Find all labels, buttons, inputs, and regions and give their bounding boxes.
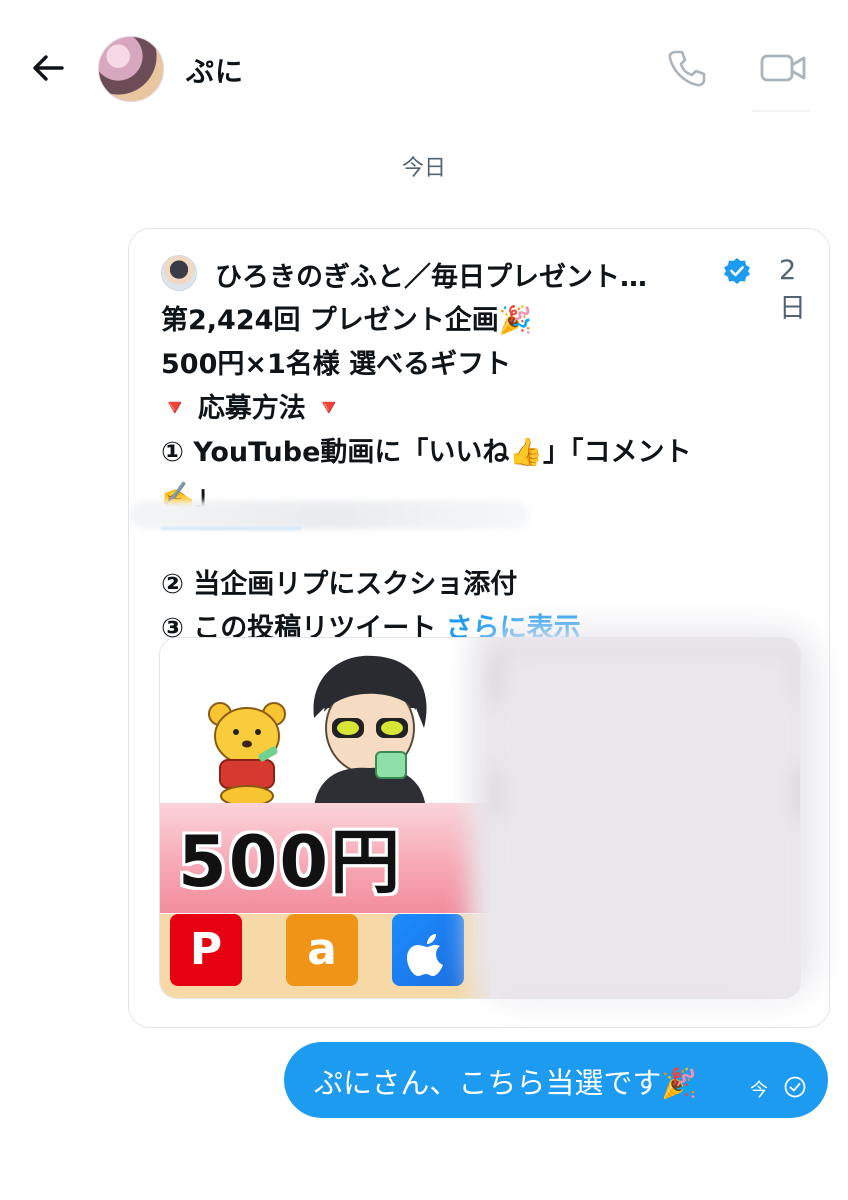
post-line-text: 第2,424回 プレゼント企画 [161,305,499,336]
message-text-content: ぷにさん、こちら当選です [314,1066,662,1100]
post-line: 🔻 応募方法 🔻 [161,387,801,431]
party-popper-icon: 🎉 [661,1066,698,1100]
contact-avatar[interactable] [98,36,164,102]
logo-strip: P a [160,914,490,998]
post-line: ① YouTube動画に「いいね👍」「コメント [161,431,801,475]
post-author-row[interactable]: ひろきのぎふと／毎日プレゼント… 2日 [161,251,811,324]
post-author-name[interactable]: ひろきのぎふと／毎日プレゼント… [215,255,647,294]
party-popper-icon: 🎉 [498,305,533,336]
paypay-glyph: P [189,924,223,975]
post-line-text: 」「コメント [543,437,692,468]
message-text: ぷにさん、こちら当選です🎉 [314,1060,698,1102]
redacted-blur [129,501,529,529]
red-triangle-icon: 🔻 [315,396,343,421]
phone-icon[interactable] [664,46,708,90]
contact-name[interactable]: ぷに [186,50,244,90]
verified-badge-icon [724,258,750,284]
privacy-blur-overlay [478,628,818,998]
red-triangle-icon: 🔻 [161,396,189,421]
thumbs-up-icon: 👍 [509,437,544,468]
redacted-link-blur [161,527,301,530]
apple-icon [407,934,443,976]
amazon-logo: a [286,914,358,986]
post-line: 第2,424回 プレゼント企画🎉 [161,299,801,343]
back-arrow-icon[interactable] [28,48,68,88]
bear-character-illustration [208,702,286,806]
date-separator: 今日 [401,156,446,181]
sent-message-bubble[interactable]: ぷにさん、こちら当選です🎉 今 [284,1042,828,1118]
conversation-header: ぷに [0,0,848,112]
amazon-glyph: a [307,924,337,975]
header-divider [752,110,810,112]
gift-banner: 500円 P a [160,638,490,998]
post-line: 500円×1名様 選べるギフト [161,349,512,380]
sent-check-icon [784,1076,806,1098]
video-icon[interactable] [758,48,808,88]
man-character-illustration [313,655,427,808]
post-line: ② 当企画リプにスクショ添付 [161,569,518,600]
apple-logo [392,914,464,986]
price-text: 500円 [178,821,403,903]
post-text: 第2,424回 プレゼント企画🎉 500円×1名様 選べるギフト 🔻 応募方法 … [161,299,801,651]
paypay-logo: P [170,914,242,986]
post-line-text: ① YouTube動画に「いいね [161,437,510,468]
post-author-avatar[interactable] [161,255,197,291]
post-line-text: 応募方法 [197,393,306,424]
message-time: 今 [750,1080,768,1101]
